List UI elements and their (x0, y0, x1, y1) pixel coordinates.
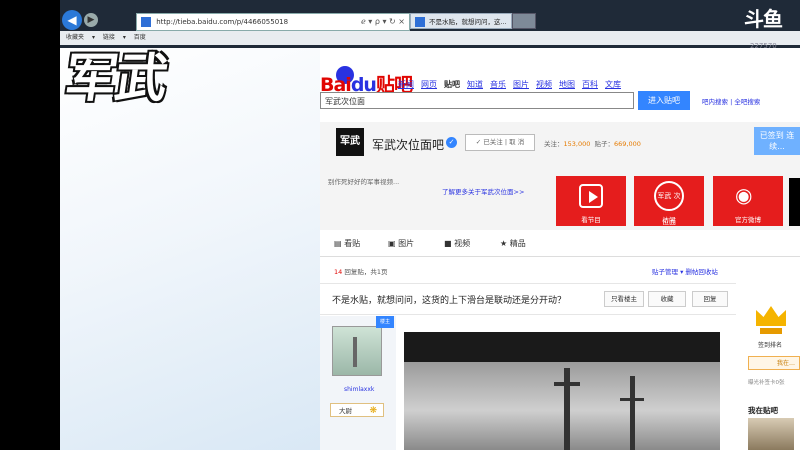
mast (564, 368, 570, 450)
weibo-icon: ◉ (735, 183, 753, 207)
room-id: 227570 (750, 42, 777, 50)
thread-tools[interactable]: 贴子管理 ▾ 删帖回收站 (652, 266, 718, 276)
address-bar[interactable]: http://tieba.baidu.com/p/4466055018 ℯ ▾ … (136, 13, 410, 31)
nav-zhidao[interactable]: 知道 (467, 80, 483, 89)
tab-featured[interactable]: ★ 精品 (500, 238, 526, 249)
rank-label: 签到排名 (758, 342, 783, 349)
new-tab[interactable] (512, 13, 536, 29)
nav-music[interactable]: 音乐 (490, 80, 506, 89)
junwu-circle-icon: 军武 次位面 (654, 181, 684, 226)
nav-wenku[interactable]: 文库 (605, 80, 621, 89)
mast-yard (620, 398, 644, 401)
tab-title: 不是水贴，就想问问，这... (429, 18, 507, 26)
douyu-logo: 斗鱼 (744, 7, 783, 31)
nav-video[interactable]: 视频 (536, 80, 552, 89)
level-badge[interactable]: 大尉 ❋ (330, 403, 384, 417)
forum-name[interactable]: 军武次位面吧 (372, 136, 444, 153)
signin-button[interactable]: 已签到 连续... (754, 127, 800, 155)
makeup-card-text: 曝光补签卡0张 (748, 380, 785, 386)
search-mode-links[interactable]: 吧内搜索 | 全吧搜索 (702, 96, 760, 106)
overlay-bar (789, 178, 800, 226)
nav-news[interactable]: 新闻 (398, 80, 414, 89)
mast (630, 376, 635, 450)
avatar[interactable] (332, 326, 382, 376)
crown-icon (756, 300, 786, 336)
junwu-watermark: 军武 (61, 49, 170, 109)
mast-yard (554, 382, 580, 386)
tab-active[interactable]: 不是水贴，就想问问，这... (410, 13, 512, 29)
official-weibo-tile[interactable]: ◉ 官方微博 (713, 176, 783, 226)
favorite-button[interactable]: 收藏 (648, 291, 686, 307)
search-input[interactable]: 军武次位面 (320, 92, 634, 109)
forward-button[interactable]: ▶ (84, 13, 98, 27)
nav-map[interactable]: 地图 (559, 80, 575, 89)
forum-slogan: 别作死好好的军事视频... (328, 178, 400, 186)
back-button[interactable]: ◀ (62, 10, 82, 30)
tab-favicon (415, 17, 425, 27)
thread-title: 不是水贴，就想问问，这货的上下滑台是联动还是分开动？ (332, 296, 567, 306)
visit-tile[interactable]: 军武 次位面 访问 (634, 176, 704, 226)
nav-baike[interactable]: 百科 (582, 80, 598, 89)
nav-web[interactable]: 网页 (421, 80, 437, 89)
tab-posts[interactable]: ▤ 看贴 (334, 238, 360, 249)
watch-show-tile[interactable]: 看节目 (556, 176, 626, 226)
reply-button[interactable]: 回复 (692, 291, 728, 307)
forum-logo[interactable]: 军武 (336, 128, 364, 156)
tab-images[interactable]: ▣ 图片 (388, 238, 414, 249)
my-tieba-heading: 我在贴吧 (748, 406, 778, 415)
forum-stats: 关注：153,000 贴子：669,000 (544, 140, 641, 148)
battleship-photo (404, 362, 720, 450)
address-url: http://tieba.baidu.com/p/4466055018 (156, 18, 289, 26)
learn-more-link[interactable]: 了解更多关于军武次位面>> (442, 186, 524, 196)
verified-icon: ✓ (446, 137, 457, 148)
nav-image[interactable]: 图片 (513, 80, 529, 89)
tab-videos[interactable]: ■ 视频 (444, 238, 470, 249)
only-op-button[interactable]: 只看楼主 (604, 291, 644, 307)
ie-page-icon (141, 17, 151, 27)
enter-tieba-button[interactable]: 进入贴吧 (638, 91, 690, 110)
level-icon: ❋ (369, 406, 377, 416)
play-icon (579, 184, 603, 208)
video-letterbox (0, 0, 60, 450)
address-controls[interactable]: ℯ ▾ ρ ▾ ↻ × (361, 14, 405, 30)
op-ribbon: 楼主 (376, 316, 394, 328)
nav-tieba[interactable]: 贴吧 (444, 80, 460, 89)
reply-count: 14 回复贴，共1页 (334, 268, 388, 276)
author-name[interactable]: shimlaxxk (344, 386, 374, 393)
my-tieba-thumbnail[interactable] (748, 418, 794, 450)
rank-button[interactable]: 我在… (748, 356, 800, 370)
top-nav: 新闻 网页 贴吧 知道 音乐 图片 视频 地图 百科 文库 (398, 79, 628, 90)
follow-button[interactable]: ✓ 已关注 | 取 消 (465, 134, 535, 151)
